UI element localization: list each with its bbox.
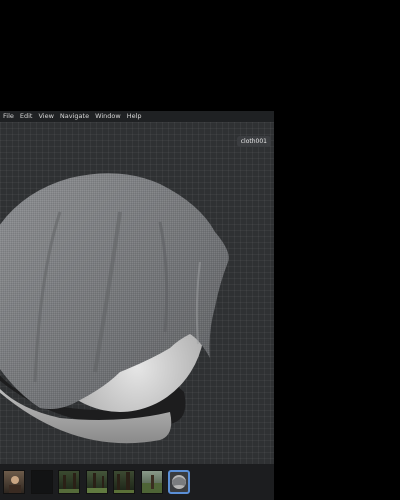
menu-file[interactable]: File [3,111,14,122]
cloth-preview-thumbnail[interactable] [168,470,190,494]
3d-viewport[interactable]: cloth001 [0,122,274,464]
cloth-mesh [0,173,229,409]
outdoor-scene-thumbnail[interactable] [141,470,163,494]
scene-render [0,173,229,444]
dark-scene-thumbnail[interactable] [31,470,53,494]
scene-thumbnail-strip [0,464,274,500]
menu-navigate[interactable]: Navigate [60,111,89,122]
app-window: File Edit View Navigate Window Help clot… [0,111,274,500]
object-name-badge: cloth001 [236,136,271,147]
forest-scene-thumbnail[interactable] [113,470,135,494]
menu-bar: File Edit View Navigate Window Help [0,111,274,122]
menu-window[interactable]: Window [95,111,121,122]
menu-edit[interactable]: Edit [20,111,33,122]
portrait-scene-thumbnail[interactable] [3,470,25,494]
menu-help[interactable]: Help [127,111,142,122]
forest-scene-thumbnail[interactable] [86,470,108,494]
menu-view[interactable]: View [38,111,53,122]
forest-scene-thumbnail[interactable] [58,470,80,494]
